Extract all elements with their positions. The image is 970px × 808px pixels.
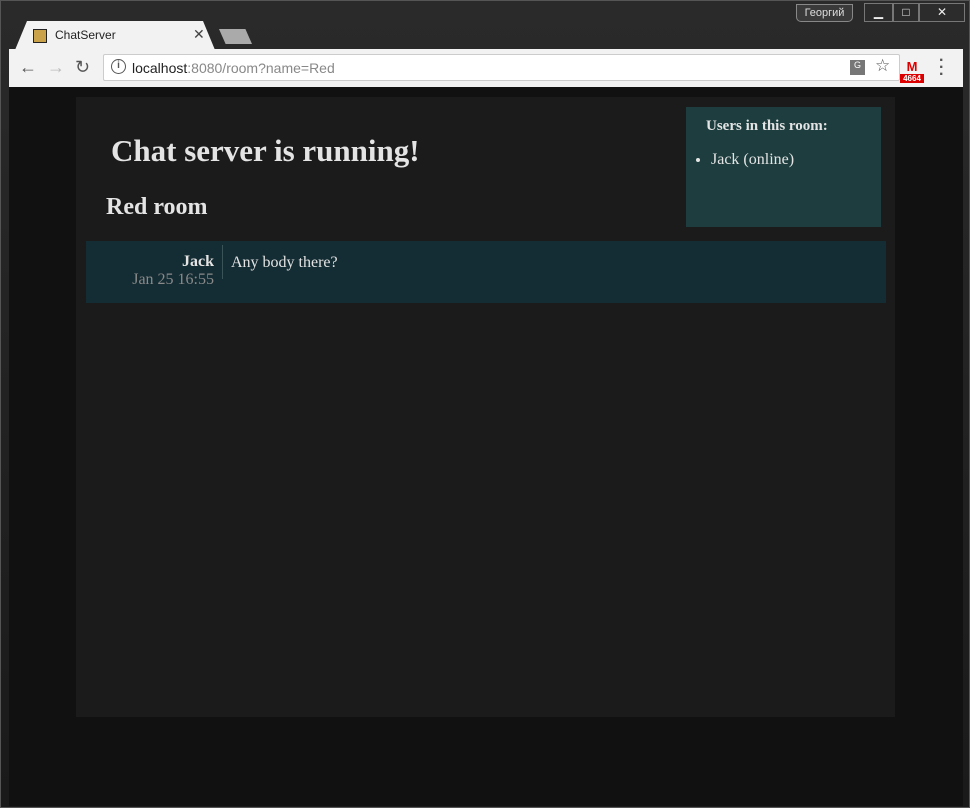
page-title: Chat server is running!	[111, 133, 420, 168]
profile-button[interactable]: Георгий	[796, 4, 853, 22]
forward-icon[interactable]: →	[47, 57, 65, 78]
bookmark-star-icon[interactable]: ☆	[875, 56, 890, 76]
minimize-button[interactable]: ▁	[864, 3, 893, 22]
message-time: Jan 25 16:55	[132, 271, 214, 288]
reload-icon[interactable]: ↻	[75, 57, 90, 78]
toolbar: ← → ↻ i localhost:8080/room?name=Red G ☆…	[9, 49, 963, 87]
users-panel: Users in this room: Jack (online)	[686, 107, 881, 227]
gmail-count: 4664	[900, 74, 924, 83]
close-window-button[interactable]: ✕	[919, 3, 965, 22]
user-item: Jack (online)	[711, 151, 794, 169]
url-path: :8080/room?name=Red	[187, 60, 335, 76]
favicon-icon	[33, 29, 47, 43]
maximize-button[interactable]: □	[893, 3, 919, 22]
tab-chatserver[interactable]: ChatServer ✕	[15, 21, 215, 50]
message-row: Jack Jan 25 16:55 Any body there?	[86, 241, 886, 303]
new-tab-button[interactable]	[219, 29, 252, 44]
address-bar[interactable]: i localhost:8080/room?name=Red G ☆	[103, 54, 900, 81]
back-icon[interactable]: ←	[19, 57, 37, 78]
url-host: localhost	[132, 60, 188, 76]
menu-icon[interactable]: · · ·	[939, 53, 944, 83]
users-title: Users in this room:	[706, 118, 828, 134]
gmail-extension-icon[interactable]: M 4664	[900, 59, 924, 83]
divider	[222, 245, 223, 279]
translate-icon[interactable]: G	[850, 60, 865, 75]
info-icon[interactable]: i	[111, 59, 126, 74]
browser-window: ChatServer ✕ Георгий ▁ □ ✕ ← → ↻ i local…	[0, 0, 970, 808]
tab-title: ChatServer	[55, 28, 116, 42]
chat-container: Chat server is running! Red room Users i…	[76, 97, 895, 717]
message-author: Jack	[182, 253, 214, 270]
room-title: Red room	[106, 194, 208, 220]
message-text: Any body there?	[231, 254, 338, 271]
page-viewport: Chat server is running! Red room Users i…	[9, 87, 963, 806]
close-tab-icon[interactable]: ✕	[193, 26, 205, 43]
